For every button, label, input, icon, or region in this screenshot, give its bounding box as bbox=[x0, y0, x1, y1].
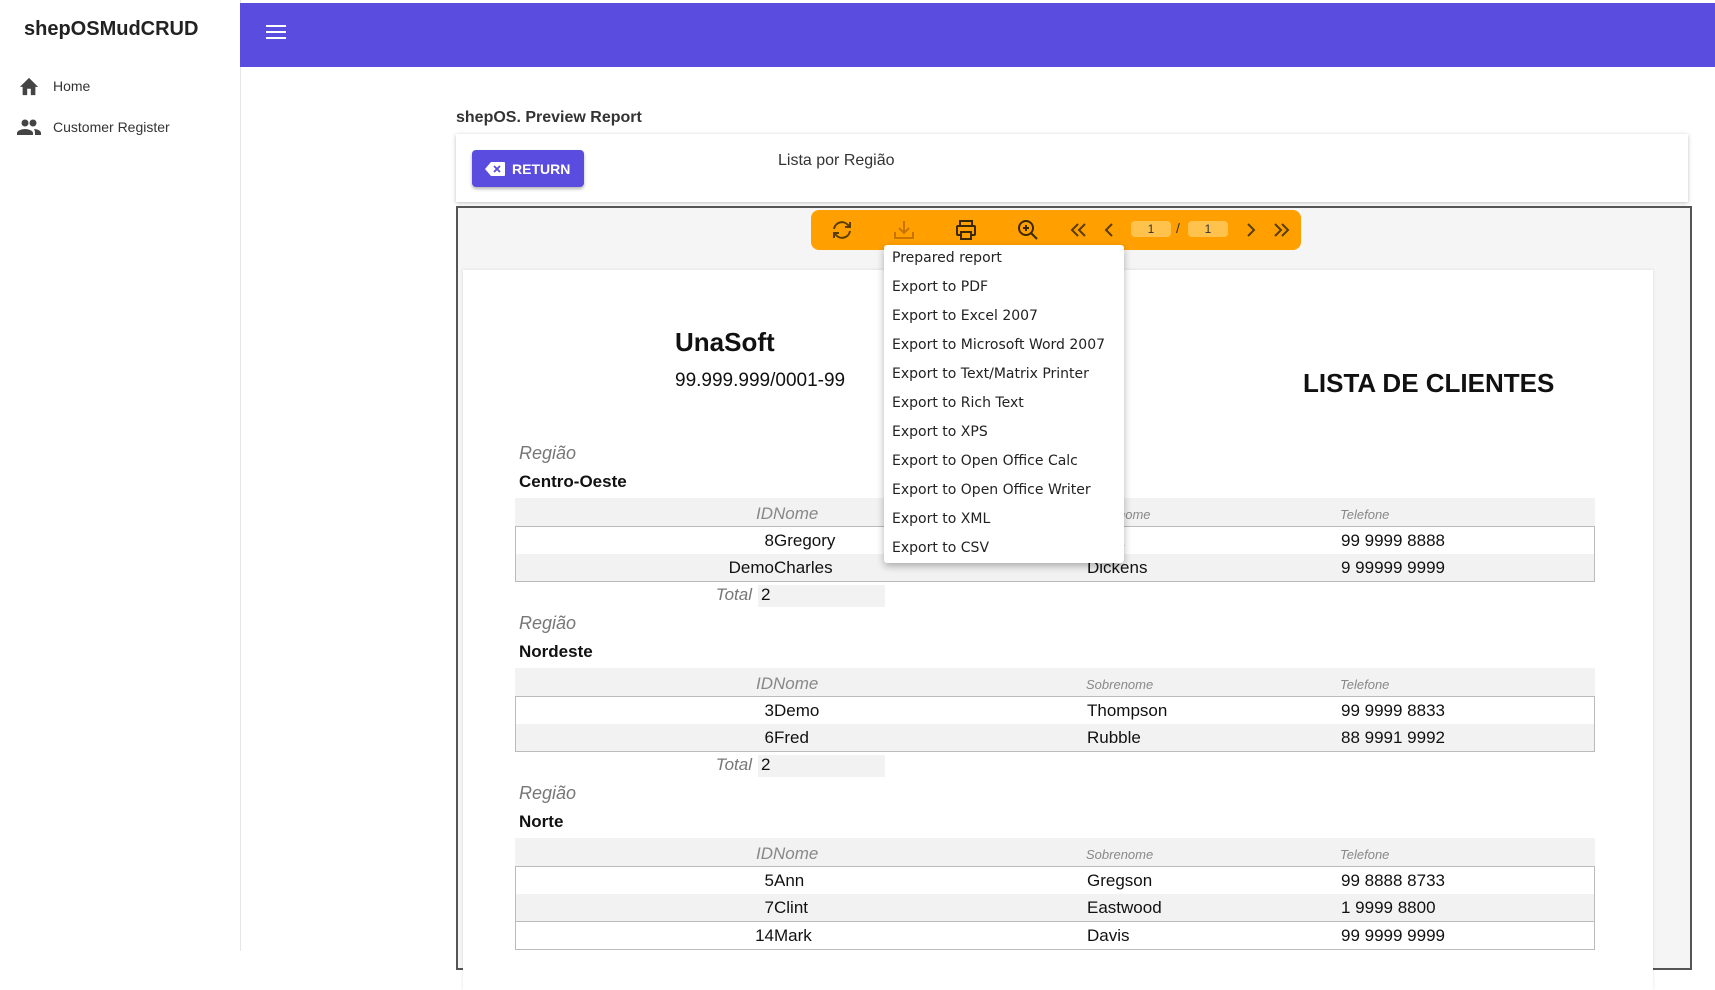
menu-item-export-xml[interactable]: Export to XML bbox=[892, 511, 990, 527]
col-nome: Nome bbox=[773, 844, 819, 863]
cell-nome: Clint bbox=[774, 898, 809, 917]
home-icon bbox=[17, 74, 41, 98]
col-id: ID bbox=[756, 674, 773, 693]
menu-item-prepared-report[interactable]: Prepared report bbox=[892, 250, 1002, 266]
col-nome: Nome bbox=[773, 504, 819, 523]
report-toolbar: 1 / 1 bbox=[811, 210, 1301, 250]
last-page-icon[interactable] bbox=[1270, 218, 1294, 242]
cell-id: 5 bbox=[764, 871, 774, 890]
current-page-input[interactable]: 1 bbox=[1131, 221, 1171, 237]
people-icon bbox=[17, 115, 41, 139]
cell-sobrenome: Thompson bbox=[1087, 701, 1168, 720]
total-label: Total bbox=[715, 755, 752, 774]
cell-nome: Ann bbox=[774, 871, 805, 890]
region-name: Centro-Oeste bbox=[519, 472, 627, 491]
export-menu: Prepared report Export to PDF Export to … bbox=[884, 245, 1124, 563]
download-icon[interactable] bbox=[892, 218, 916, 242]
table-row: 7 Clint Eastwood 1 9999 8800 bbox=[515, 894, 1595, 922]
region-name: Nordeste bbox=[519, 642, 593, 661]
sidebar-item-customer-register[interactable]: Customer Register bbox=[0, 107, 240, 147]
app-title: shepOSMudCRUD bbox=[24, 18, 199, 40]
menu-item-export-csv[interactable]: Export to CSV bbox=[892, 540, 989, 556]
app-bar bbox=[240, 3, 1715, 67]
refresh-icon[interactable] bbox=[830, 218, 854, 242]
zoom-in-icon[interactable] bbox=[1016, 218, 1040, 242]
menu-item-export-rtf[interactable]: Export to Rich Text bbox=[892, 395, 1024, 411]
cell-nome: Charles bbox=[774, 558, 833, 577]
cell-sobrenome: Rubble bbox=[1087, 728, 1141, 747]
next-page-icon[interactable] bbox=[1239, 218, 1263, 242]
col-sobrenome: Sobrenome bbox=[1086, 847, 1154, 862]
total-value: 2 bbox=[758, 755, 885, 777]
cell-id: Demo bbox=[728, 558, 774, 577]
cell-nome: Mark bbox=[774, 926, 812, 945]
cell-telefone: 9 99999 9999 bbox=[1341, 558, 1445, 577]
menu-item-export-pdf[interactable]: Export to PDF bbox=[892, 279, 988, 295]
total-label: Total bbox=[715, 585, 752, 604]
cell-telefone: 99 9999 8888 bbox=[1341, 531, 1445, 550]
cell-nome: Demo bbox=[774, 701, 820, 720]
first-page-icon[interactable] bbox=[1066, 218, 1090, 242]
sidebar: shepOSMudCRUD Home Customer Register bbox=[0, 0, 241, 951]
table-header: ID Nome Sobrenome Telefone bbox=[515, 838, 1595, 866]
cell-nome: Gregory bbox=[774, 531, 836, 550]
col-sobrenome: Sobrenome bbox=[1086, 677, 1154, 692]
company-name: UnaSoft bbox=[675, 327, 775, 357]
cell-id: 3 bbox=[764, 701, 774, 720]
cell-telefone: 99 9999 8833 bbox=[1341, 701, 1445, 720]
sidebar-item-label: Customer Register bbox=[53, 119, 170, 135]
menu-item-export-calc[interactable]: Export to Open Office Calc bbox=[892, 453, 1078, 469]
cell-id: 14 bbox=[755, 926, 774, 945]
cell-sobrenome: Eastwood bbox=[1087, 898, 1162, 917]
backspace-icon bbox=[485, 161, 505, 176]
col-id: ID bbox=[756, 504, 773, 523]
menu-item-export-xps[interactable]: Export to XPS bbox=[892, 424, 988, 440]
cell-nome: Fred bbox=[774, 728, 809, 747]
col-telefone: Telefone bbox=[1340, 677, 1390, 692]
cell-id: 7 bbox=[764, 898, 774, 917]
region-label: Região bbox=[519, 783, 577, 803]
return-label: RETURN bbox=[512, 160, 571, 177]
prev-page-icon[interactable] bbox=[1097, 218, 1121, 242]
cell-id: 6 bbox=[764, 728, 774, 747]
print-icon[interactable] bbox=[954, 218, 978, 242]
region-name: Norte bbox=[519, 812, 564, 831]
page-title: shepOS. Preview Report bbox=[456, 109, 642, 126]
table-header: ID Nome Sobrenome Telefone bbox=[515, 668, 1595, 696]
region-label: Região bbox=[519, 613, 577, 633]
sidebar-item-home[interactable]: Home bbox=[0, 66, 240, 106]
report-name: Lista por Região bbox=[778, 152, 895, 169]
total-value: 2 bbox=[758, 585, 885, 607]
cell-telefone: 1 9999 8800 bbox=[1341, 898, 1436, 917]
return-button[interactable]: RETURN bbox=[472, 150, 584, 187]
region-label: Região bbox=[519, 443, 577, 463]
company-cnpj: 99.999.999/0001-99 bbox=[675, 370, 846, 391]
table-row: 6 Fred Rubble 88 9991 9992 bbox=[515, 724, 1595, 752]
cell-sobrenome: Gregson bbox=[1087, 871, 1153, 890]
menu-item-export-excel[interactable]: Export to Excel 2007 bbox=[892, 308, 1038, 324]
cell-id: 8 bbox=[764, 531, 774, 550]
cell-telefone: 88 9991 9992 bbox=[1341, 728, 1445, 747]
table-row: 3 Demo Thompson 99 9999 8833 bbox=[515, 696, 1595, 725]
col-telefone: Telefone bbox=[1340, 507, 1390, 522]
sidebar-item-label: Home bbox=[53, 78, 91, 94]
col-id: ID bbox=[756, 844, 773, 863]
cell-telefone: 99 9999 9999 bbox=[1341, 926, 1445, 945]
report-header-card: RETURN Lista por Região bbox=[456, 134, 1688, 202]
total-pages: 1 bbox=[1188, 221, 1228, 237]
menu-item-export-writer[interactable]: Export to Open Office Writer bbox=[892, 482, 1091, 498]
menu-icon[interactable] bbox=[266, 25, 288, 43]
table-row: 14 Mark Davis 99 9999 9999 bbox=[515, 922, 1595, 950]
cell-sobrenome: Davis bbox=[1087, 926, 1130, 945]
col-nome: Nome bbox=[773, 674, 819, 693]
report-title: LISTA DE CLIENTES bbox=[1303, 368, 1555, 398]
page-separator: / bbox=[1176, 220, 1180, 236]
col-telefone: Telefone bbox=[1340, 847, 1390, 862]
menu-item-export-word[interactable]: Export to Microsoft Word 2007 bbox=[892, 337, 1105, 353]
cell-telefone: 99 8888 8733 bbox=[1341, 871, 1445, 890]
menu-item-export-text[interactable]: Export to Text/Matrix Printer bbox=[892, 366, 1089, 382]
table-row: 5 Ann Gregson 99 8888 8733 bbox=[515, 866, 1595, 895]
